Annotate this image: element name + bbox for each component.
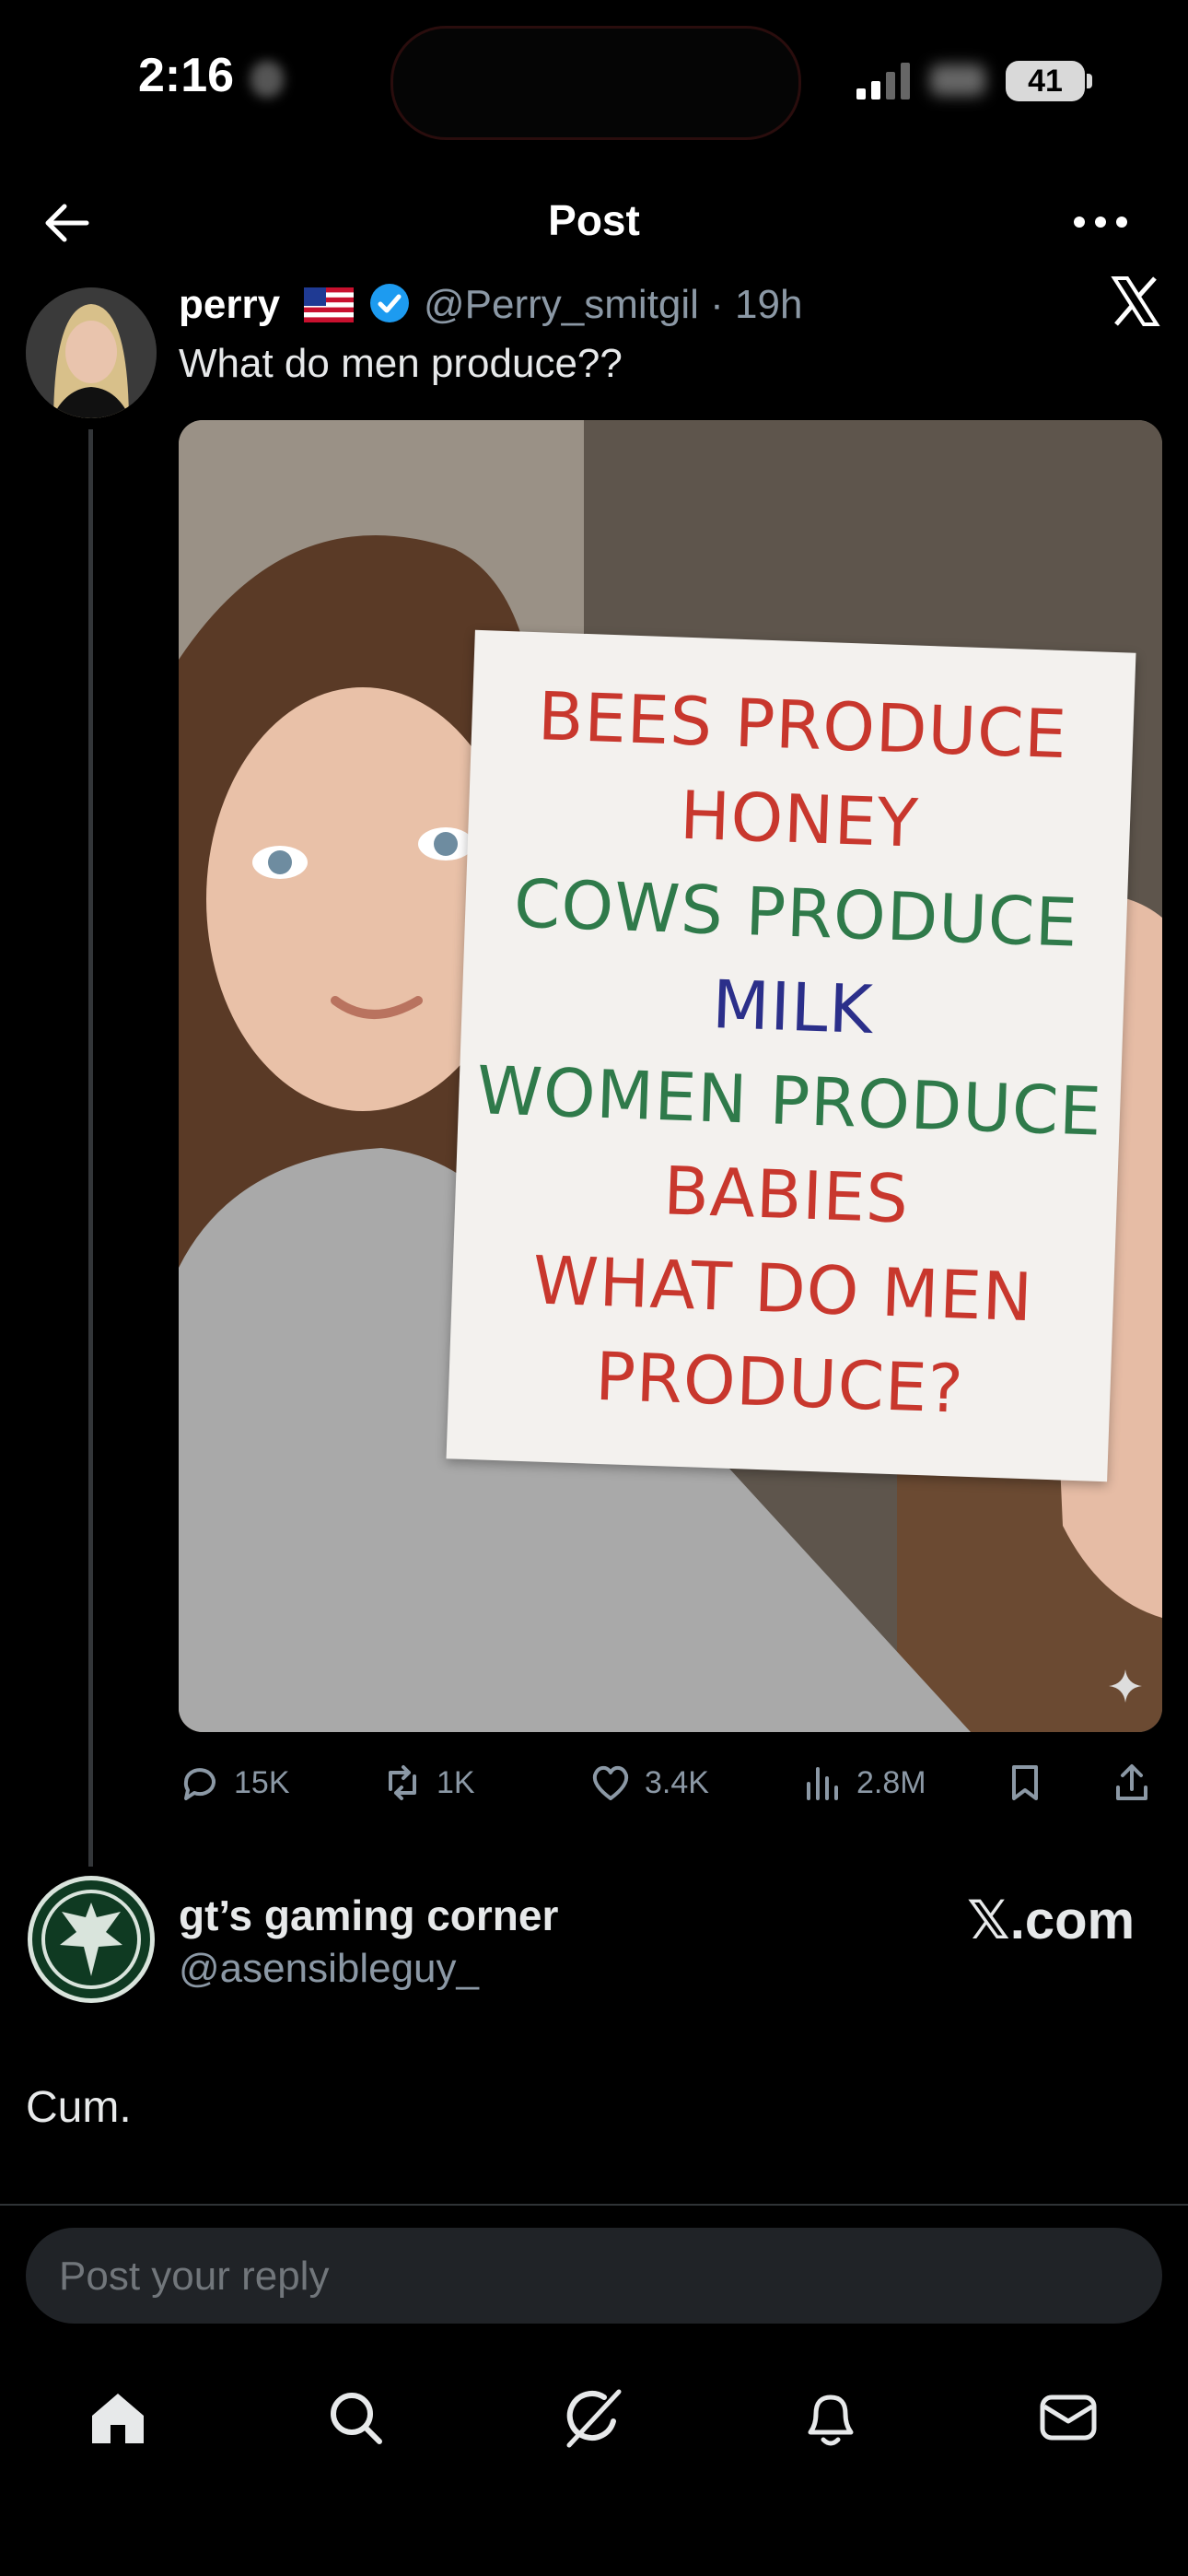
like-count: 3.4K: [645, 1764, 709, 1800]
bookmark-icon: [1012, 1765, 1038, 1800]
repost-count: 1K: [437, 1764, 475, 1800]
network-label-blurred: [930, 64, 985, 96]
x-logo-icon: [1111, 276, 1160, 326]
reply-button[interactable]: 15K: [179, 1760, 290, 1806]
status-time: 2:16: [138, 49, 235, 102]
avatar[interactable]: [26, 287, 157, 418]
battery-level: 41: [1028, 64, 1063, 99]
battery-tip: [1087, 74, 1092, 88]
reply-icon: [183, 1768, 215, 1800]
heart-icon: [592, 1765, 629, 1800]
reply-avatar[interactable]: [28, 1876, 155, 2003]
repost-icon: [389, 1765, 416, 1800]
tweet-text: What do men produce??: [179, 341, 623, 386]
bookmark-button[interactable]: [1004, 1760, 1059, 1806]
bell-icon[interactable]: [798, 2384, 864, 2451]
reply-author-name[interactable]: gt’s gaming corner: [179, 1891, 558, 1940]
tweet-media-image[interactable]: BEES PRODUCE HONEY COWS PRODUCE MILK WOMEN P…: [179, 420, 1162, 1732]
grok-icon[interactable]: [560, 2384, 626, 2451]
messages-icon[interactable]: [1035, 2384, 1101, 2451]
share-icon: [1116, 1764, 1147, 1800]
share-button[interactable]: [1111, 1760, 1166, 1806]
page-title: Post: [548, 196, 640, 244]
verified-badge-icon: [370, 284, 409, 322]
signal-icon: [856, 63, 910, 100]
reply-text: Cum.: [26, 2083, 132, 2132]
home-icon[interactable]: [85, 2384, 151, 2451]
thread-line: [88, 429, 93, 1867]
repost-button[interactable]: 1K: [381, 1760, 475, 1806]
reply-input-placeholder: Post your reply: [59, 2254, 330, 2299]
author-handle-time: @Perry_smitgil · 19h: [424, 282, 803, 327]
reply-author-handle: @asensibleguy_: [179, 1946, 479, 1991]
reply-count: 15K: [234, 1764, 290, 1800]
ellipsis-icon[interactable]: [1068, 199, 1133, 245]
avatar-image: [26, 287, 157, 418]
views-count: 2.8M: [856, 1764, 926, 1800]
like-button[interactable]: 3.4K: [589, 1760, 709, 1806]
eagle-logo-icon: [41, 1890, 141, 1989]
author-name[interactable]: perry: [179, 282, 280, 328]
sparkle-icon: [1109, 1669, 1142, 1703]
sign-text: BEES PRODUCE HONEY COWS PRODUCE MILK WOMEN P…: [448, 667, 1135, 1442]
battery-icon: 41: [1006, 61, 1085, 101]
views-chart-icon: [807, 1767, 838, 1800]
location-indicator-blurred: [250, 61, 284, 98]
divider: [0, 2204, 1188, 2206]
views-button[interactable]: 2.8M: [801, 1760, 926, 1806]
protest-sign: BEES PRODUCE HONEY COWS PRODUCE MILK WOMEN P…: [446, 629, 1136, 1482]
x-com-watermark: 𝕏.com: [967, 1891, 1136, 1950]
dynamic-island: [390, 26, 801, 140]
search-icon[interactable]: [322, 2384, 389, 2451]
us-flag-icon: [304, 287, 354, 322]
